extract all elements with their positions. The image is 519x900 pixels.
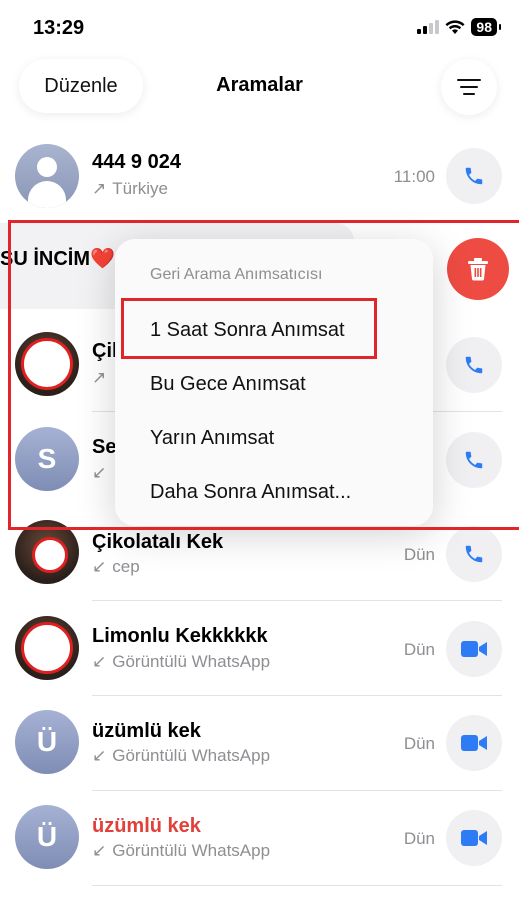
filter-icon bbox=[457, 79, 481, 81]
call-time: 11:00 bbox=[393, 167, 435, 186]
contact-name: üzümlü kek bbox=[92, 720, 201, 742]
call-detail: ↙ Görüntülü WhatsApp bbox=[92, 652, 271, 671]
incoming-arrow-icon: ↙ bbox=[92, 746, 107, 765]
filter-button[interactable] bbox=[441, 59, 497, 115]
avatar bbox=[15, 616, 79, 680]
call-time: Dün bbox=[403, 640, 435, 659]
annotation-box-outer bbox=[8, 220, 519, 530]
contact-name: 444 9 024 bbox=[92, 151, 181, 173]
status-icons: 98 bbox=[417, 18, 501, 36]
avatar: Ü bbox=[15, 805, 79, 869]
call-detail: ↙ cep bbox=[92, 557, 140, 576]
call-detail: ↙ Görüntülü WhatsApp bbox=[92, 746, 271, 765]
video-icon bbox=[461, 641, 487, 657]
outgoing-arrow-icon: ↗ bbox=[92, 179, 107, 198]
phone-icon bbox=[465, 167, 483, 185]
call-row[interactable]: Ü üzümlü kek ↙ Görüntülü WhatsApp Dün bbox=[0, 696, 519, 791]
call-detail: ↙ Görüntülü WhatsApp bbox=[92, 841, 271, 860]
call-time: Dün bbox=[403, 734, 435, 753]
contact-name: Çikolatalı Kek bbox=[92, 531, 224, 553]
phone-call-button[interactable] bbox=[446, 526, 502, 582]
contact-name: Limonlu Kekkkkkk bbox=[92, 625, 268, 647]
row-divider bbox=[92, 885, 502, 886]
signal-icon bbox=[417, 20, 440, 34]
avatar: Ü bbox=[15, 710, 79, 774]
call-row[interactable]: 444 9 024 ↗ Türkiye 11:00 bbox=[0, 128, 519, 223]
video-icon bbox=[461, 830, 487, 846]
annotation-box-selected-item bbox=[121, 298, 377, 359]
wifi-icon bbox=[445, 19, 465, 34]
video-call-button[interactable] bbox=[446, 715, 502, 771]
incoming-arrow-icon: ↙ bbox=[92, 652, 107, 671]
call-row[interactable]: Ü üzümlü kek ↙ Görüntülü WhatsApp Dün bbox=[0, 791, 519, 886]
video-call-button[interactable] bbox=[446, 810, 502, 866]
video-icon bbox=[461, 735, 487, 751]
call-time: Dün bbox=[403, 545, 435, 564]
call-time: Dün bbox=[403, 829, 435, 848]
incoming-arrow-icon: ↙ bbox=[92, 841, 107, 860]
status-time: 13:29 bbox=[33, 17, 85, 39]
contact-name: üzümlü kek bbox=[92, 815, 201, 837]
battery-indicator: 98 bbox=[471, 18, 501, 36]
call-detail: ↗ Türkiye bbox=[92, 179, 168, 198]
phone-icon bbox=[465, 545, 483, 563]
call-row[interactable]: Limonlu Kekkkkkk ↙ Görüntülü WhatsApp Dün bbox=[0, 601, 519, 696]
incoming-arrow-icon: ↙ bbox=[92, 557, 107, 576]
phone-call-button[interactable] bbox=[446, 148, 502, 204]
video-call-button[interactable] bbox=[446, 621, 502, 677]
status-bar: 13:29 98 bbox=[0, 0, 519, 58]
avatar bbox=[15, 144, 79, 208]
